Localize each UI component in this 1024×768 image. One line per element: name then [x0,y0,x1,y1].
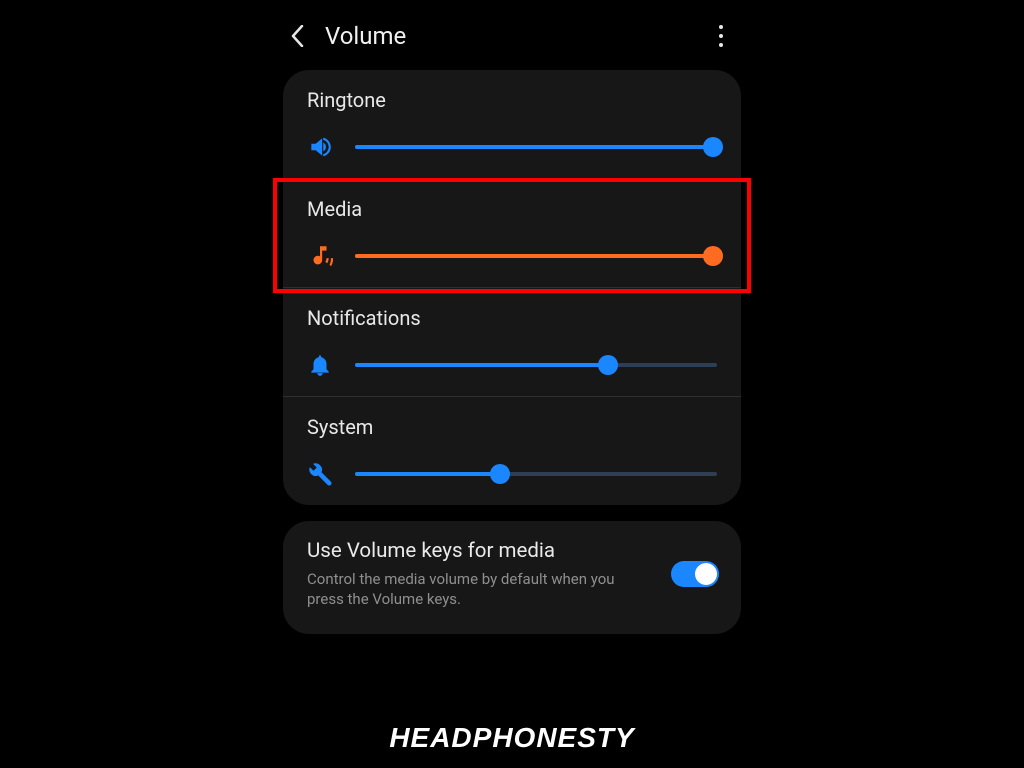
speaker-icon [307,134,333,160]
more-options-button[interactable] [707,22,735,50]
ringtone-slider-row [307,134,717,160]
media-section: Media [283,178,741,287]
switch-knob [695,563,717,585]
toggle-subtitle: Control the media volume by default when… [307,569,647,610]
media-highlight-box [273,178,751,293]
chevron-left-icon [290,25,304,47]
media-slider-row [307,243,717,269]
bell-icon [307,352,333,378]
wrench-icon [307,461,333,487]
header-bar: Volume [265,0,759,64]
volume-settings-screen: Volume Ringtone Media [265,0,759,720]
watermark-text: HEADPHONESTY [0,722,1024,754]
ringtone-section: Ringtone [283,70,741,178]
system-slider[interactable] [355,464,717,484]
notifications-label: Notifications [307,306,717,330]
media-slider[interactable] [355,246,717,266]
notifications-section: Notifications [283,287,741,396]
media-label: Media [307,197,717,221]
system-section: System [283,396,741,505]
volume-keys-toggle-row[interactable]: Use Volume keys for media Control the me… [283,521,741,634]
toggle-text: Use Volume keys for media Control the me… [307,539,655,610]
volume-keys-switch[interactable] [671,561,719,587]
system-slider-row [307,461,717,487]
notifications-slider-row [307,352,717,378]
system-label: System [307,415,717,439]
ringtone-label: Ringtone [307,88,717,112]
music-note-icon [307,243,333,269]
notifications-slider[interactable] [355,355,717,375]
ringtone-slider[interactable] [355,137,717,157]
toggle-title: Use Volume keys for media [307,539,655,563]
back-button[interactable] [283,22,311,50]
volume-keys-toggle-card: Use Volume keys for media Control the me… [283,521,741,634]
page-title: Volume [325,22,693,50]
volume-sliders-card: Ringtone Media [283,70,741,505]
vertical-dots-icon [719,23,723,50]
